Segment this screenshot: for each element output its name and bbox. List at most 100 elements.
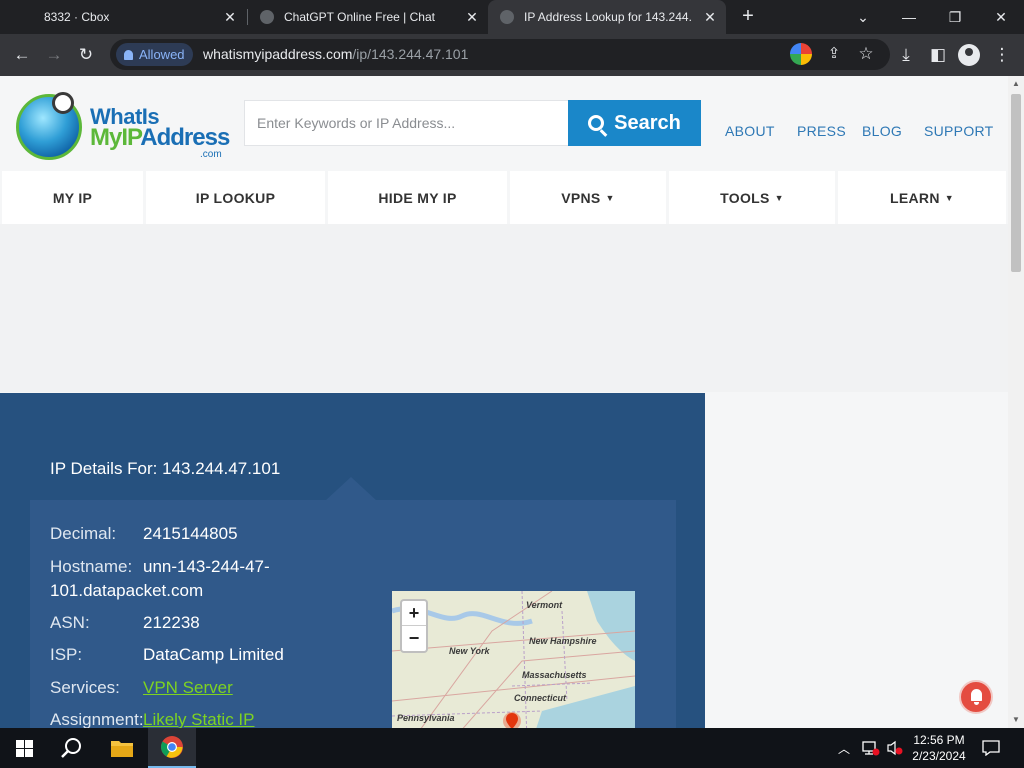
caret-down-icon: ▼: [944, 192, 954, 203]
url-text[interactable]: whatismyipaddress.com/ip/143.244.47.101: [203, 46, 468, 62]
star-icon[interactable]: ☆: [854, 42, 878, 66]
close-tab-icon[interactable]: ✕: [222, 9, 238, 25]
tab-title: IP Address Lookup for 143.244.4: [524, 10, 692, 24]
tab-strip: 8332 · Cbox ✕ ChatGPT Online Free | Chat…: [0, 0, 1024, 34]
nav-tools[interactable]: TOOLS ▼: [669, 171, 835, 224]
nav-learn[interactable]: LEARN ▼: [838, 171, 1006, 224]
scroll-up-arrow-icon[interactable]: ▲: [1011, 79, 1021, 89]
clock-time: 12:56 PM: [913, 733, 965, 747]
share-icon[interactable]: ⇪: [822, 42, 846, 66]
scroll-down-arrow-icon[interactable]: ▼: [1011, 715, 1021, 725]
ip-details-panel: IP Details For: 143.244.47.101 Decimal: …: [0, 393, 705, 728]
page-viewport: WhatIs MyIPAddress .com Enter Keywords o…: [0, 76, 1024, 728]
services-label: Services:: [50, 678, 120, 697]
chip-label: Allowed: [139, 47, 185, 62]
chevron-down-icon[interactable]: ⌄: [840, 0, 886, 34]
profile-avatar-icon[interactable]: [958, 44, 980, 66]
map-label-massachusetts: Massachusetts: [522, 670, 587, 680]
tab-chatgpt[interactable]: ChatGPT Online Free | Chat ✕: [248, 0, 488, 34]
globe-icon: [500, 10, 514, 24]
nav-link-press[interactable]: PRESS: [797, 123, 846, 139]
nav-my-ip[interactable]: MY IP: [2, 171, 143, 224]
isp-label: ISP:: [50, 645, 83, 664]
map-label-new-hampshire: New Hampshire: [529, 636, 597, 646]
magnifier-logo-icon: [52, 92, 74, 114]
google-lens-icon[interactable]: [790, 43, 812, 65]
forward-arrow-icon[interactable]: →: [42, 43, 66, 67]
tab-ip-lookup[interactable]: IP Address Lookup for 143.244.4 ✕: [488, 0, 726, 34]
ad-placeholder: [0, 224, 1008, 392]
logo-text-com: .com: [200, 149, 222, 160]
panel-notch: [325, 477, 377, 501]
chrome-taskbar-icon[interactable]: [148, 728, 196, 768]
map-tiles: [392, 591, 635, 728]
download-icon[interactable]: ⤓: [894, 43, 918, 67]
file-explorer-icon[interactable]: [98, 728, 146, 768]
windows-start-icon[interactable]: [0, 728, 48, 768]
nav-ip-lookup[interactable]: IP LOOKUP: [146, 171, 325, 224]
asn-label: ASN:: [50, 613, 90, 632]
url-host: whatismyipaddress.com: [203, 46, 353, 62]
services-link[interactable]: VPN Server: [143, 678, 233, 698]
nav-vpns[interactable]: VPNS ▼: [510, 171, 666, 224]
globe-icon: [260, 10, 274, 24]
isp-value: DataCamp Limited: [143, 645, 284, 664]
page-scrollbar[interactable]: ▲ ▼: [1008, 76, 1024, 728]
tab-title: ChatGPT Online Free | Chat: [284, 10, 435, 24]
minimize-icon[interactable]: —: [886, 0, 932, 34]
map-label-connecticut: Connecticut: [514, 693, 567, 703]
url-path: /ip/143.244.47.101: [352, 46, 469, 62]
bell-icon: [124, 49, 133, 60]
map-label-new-york: New York: [449, 646, 490, 656]
search-icon: [588, 115, 605, 131]
notification-bell-icon[interactable]: [959, 680, 993, 714]
map-label-vermont: Vermont: [526, 600, 563, 610]
nav-link-blog[interactable]: BLOG: [862, 123, 902, 139]
back-arrow-icon[interactable]: ←: [10, 43, 34, 67]
search-input[interactable]: Enter Keywords or IP Address...: [244, 100, 569, 146]
logo-text-bottom: MyIPAddress: [90, 124, 230, 151]
zoom-out-button[interactable]: −: [402, 626, 426, 651]
windows-taskbar: ︿ 12:56 PM 2/23/2024: [0, 728, 1024, 768]
main-nav: MY IP IP LOOKUP HIDE MY IP VPNS ▼ TOOLS ▼ …: [0, 171, 1008, 224]
address-bar[interactable]: Allowed whatismyipaddress.com/ip/143.244…: [110, 39, 890, 70]
search-button-label: Search: [614, 111, 681, 134]
zoom-in-button[interactable]: +: [402, 601, 426, 626]
reload-icon[interactable]: ↻: [74, 43, 98, 67]
restore-icon[interactable]: ❐: [932, 0, 978, 34]
volume-muted-icon[interactable]: [886, 728, 904, 768]
notification-permission-chip[interactable]: Allowed: [116, 43, 193, 66]
clock-date: 2/23/2024: [912, 749, 966, 763]
assignment-label: Assignment:: [50, 710, 144, 728]
site-logo[interactable]: WhatIs MyIPAddress .com: [16, 92, 230, 166]
search-button[interactable]: Search: [568, 100, 701, 146]
tab-title: 8332 · Cbox: [44, 10, 110, 24]
plus-icon[interactable]: +: [738, 6, 758, 26]
nav-link-about[interactable]: ABOUT: [725, 123, 775, 139]
side-panel-icon[interactable]: ◧: [926, 43, 950, 67]
location-map[interactable]: Vermont New Hampshire New York Massachus…: [392, 591, 635, 728]
close-icon[interactable]: ✕: [978, 0, 1024, 34]
nav-hide-my-ip[interactable]: HIDE MY IP: [328, 171, 507, 224]
network-icon[interactable]: [862, 728, 880, 768]
caret-down-icon: ▼: [774, 192, 784, 203]
hostname-value: unn-143-244-47-101.datapacket.com: [50, 557, 270, 600]
kebab-menu-icon[interactable]: ⋮: [990, 43, 1014, 67]
decimal-value: 2415144805: [143, 524, 238, 543]
close-tab-icon[interactable]: ✕: [464, 9, 480, 25]
search-icon[interactable]: [48, 728, 96, 768]
site-header: WhatIs MyIPAddress .com Enter Keywords o…: [0, 76, 1008, 171]
close-tab-icon[interactable]: ✕: [702, 9, 718, 25]
scrollbar-thumb[interactable]: [1011, 94, 1021, 272]
tab-cbox[interactable]: 8332 · Cbox ✕: [0, 0, 246, 34]
asn-value: 212238: [143, 613, 200, 632]
assignment-link[interactable]: Likely Static IP: [143, 710, 255, 728]
system-clock[interactable]: 12:56 PM 2/23/2024: [906, 732, 972, 764]
tray-chevron-up-icon[interactable]: ︿: [838, 728, 850, 768]
notification-center-icon[interactable]: [982, 728, 1002, 768]
nav-link-support[interactable]: SUPPORT: [924, 123, 994, 139]
ip-details-card: Decimal: 2415144805 Hostname: unn-143-24…: [30, 500, 676, 728]
caret-down-icon: ▼: [605, 192, 615, 203]
decimal-label: Decimal:: [50, 524, 117, 543]
map-zoom-control: + −: [400, 599, 428, 653]
